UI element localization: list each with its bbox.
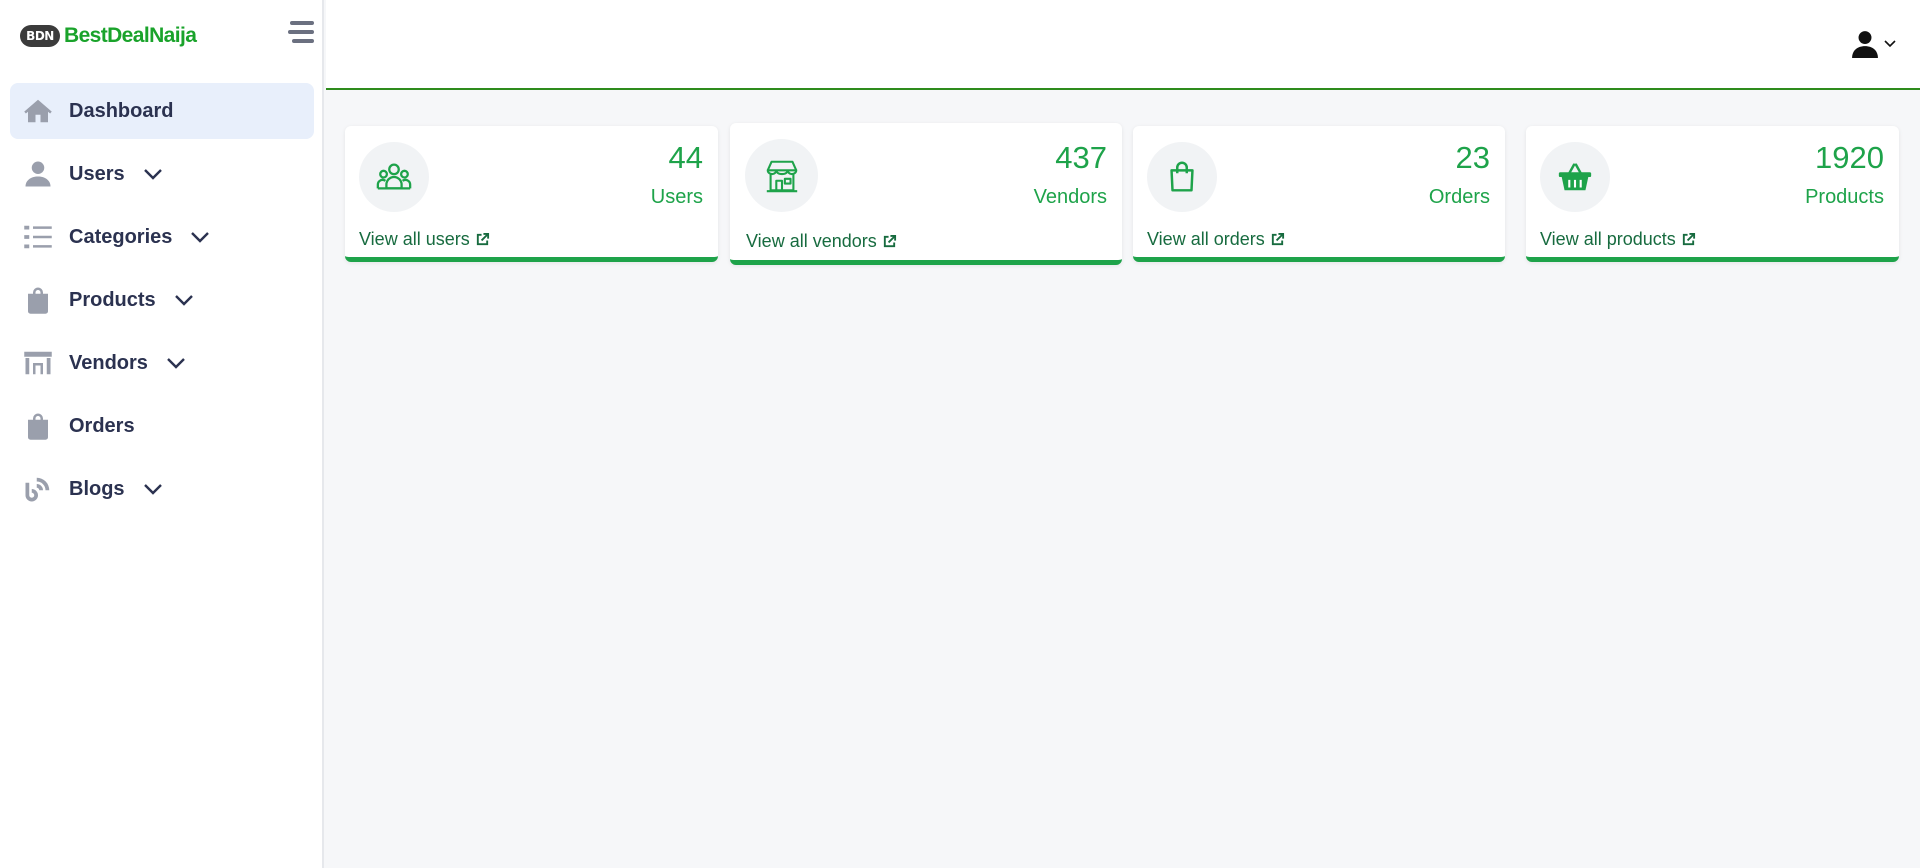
chevron-down-icon[interactable] [143,164,163,184]
sidebar-item-dashboard[interactable]: Dashboard [10,83,314,139]
sidebar-item-label: Products [69,288,156,311]
shopping-bag-icon [1147,142,1217,212]
sidebar-item-blogs[interactable]: Blogs [10,461,314,517]
list-icon [22,221,54,253]
users-label: Users [650,186,703,208]
brand-name: BestDealNaija [64,24,197,47]
orders-label: Orders [1428,186,1490,208]
sidebar-item-categories[interactable]: Categories [10,209,314,265]
sidebar-item-vendors[interactable]: Vendors [10,335,314,391]
products-count: 1920 [1815,140,1884,175]
user-menu[interactable] [1852,30,1896,58]
sidebar-item-label: Vendors [69,351,148,374]
brand-logo[interactable]: BDN BestDealNaija [20,22,197,50]
vendors-label: Vendors [1033,186,1107,208]
basket-icon [1540,142,1610,212]
link-text: View all products [1540,229,1676,249]
sidebar-item-label: Blogs [69,477,125,500]
chevron-down-icon[interactable] [190,227,210,247]
external-link-icon [1682,232,1695,246]
store-icon [22,347,54,379]
vendors-count: 437 [1055,140,1107,175]
view-all-users-link[interactable]: View all users [359,229,490,250]
brand-badge: BDN [20,25,60,47]
topbar [326,0,1920,90]
orders-count: 23 [1455,140,1490,175]
stat-card-users: 44 Users View all users [345,126,718,262]
menu-toggle-icon[interactable] [288,20,314,46]
stat-card-products: 1920 Products View all products [1526,126,1899,262]
link-text: View all orders [1147,229,1265,249]
view-all-vendors-link[interactable]: View all vendors [746,231,897,252]
user-icon [1852,31,1878,58]
view-all-products-link[interactable]: View all products [1540,229,1696,250]
users-group-icon [359,142,429,212]
sidebar-item-label: Categories [69,225,173,248]
view-all-orders-link[interactable]: View all orders [1147,229,1285,250]
products-label: Products [1805,186,1884,208]
shopping-bag-icon [22,410,54,442]
external-link-icon [476,232,489,246]
chevron-down-icon[interactable] [143,479,163,499]
sidebar: BDN BestDealNaija Dashboard Users Catego… [0,0,324,868]
sidebar-item-users[interactable]: Users [10,146,314,202]
stat-card-vendors: 437 Vendors View all vendors [730,123,1122,265]
link-text: View all vendors [746,231,877,251]
chevron-down-icon[interactable] [174,290,194,310]
external-link-icon [883,234,896,248]
sidebar-item-products[interactable]: Products [10,272,314,328]
chevron-down-icon[interactable] [166,353,186,373]
shopping-bag-icon [22,284,54,316]
sidebar-item-label: Users [69,162,125,185]
user-icon [22,158,54,190]
store-icon [745,139,818,212]
link-text: View all users [359,229,470,249]
sidebar-item-orders[interactable]: Orders [10,398,314,454]
blog-icon [22,473,54,505]
stat-card-orders: 23 Orders View all orders [1133,126,1505,262]
users-count: 44 [668,140,703,175]
sidebar-nav: Dashboard Users Categories Products Vend… [10,83,314,524]
chevron-down-icon [1884,40,1896,48]
home-icon [22,95,54,127]
sidebar-item-label: Orders [69,414,135,437]
external-link-icon [1271,232,1284,246]
sidebar-item-label: Dashboard [69,99,174,122]
